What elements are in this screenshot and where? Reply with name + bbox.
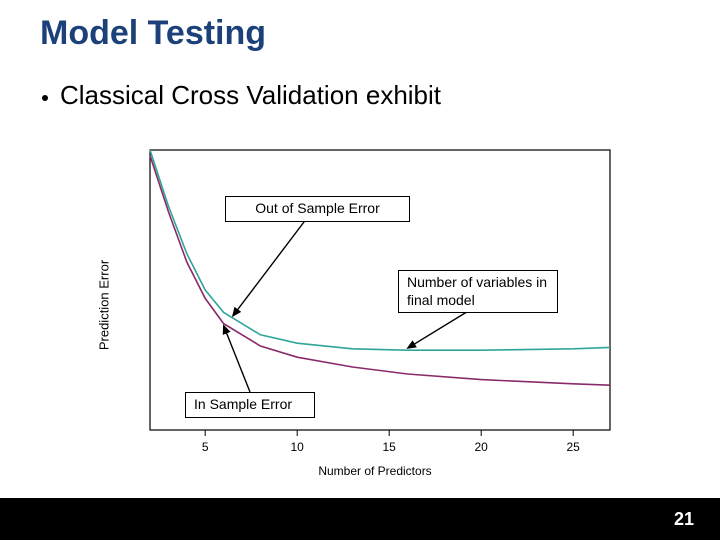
chart-svg xyxy=(110,140,640,470)
x-tick-label: 15 xyxy=(383,440,396,454)
chart: Prediction Error Out of Sample Error Num… xyxy=(110,140,640,470)
x-tick-label: 20 xyxy=(475,440,488,454)
callout-in-sample: In Sample Error xyxy=(185,392,315,418)
footer-bar: 21 xyxy=(0,498,720,540)
x-tick-label: 10 xyxy=(291,440,304,454)
bullet-dot-icon xyxy=(42,95,48,101)
x-axis-label: Number of Predictors xyxy=(318,464,431,478)
tick-marks xyxy=(205,430,573,436)
callout-num-variables: Number of variables in final model xyxy=(398,270,558,313)
slide: Model Testing Classical Cross Validation… xyxy=(0,0,720,540)
bullet-item: Classical Cross Validation exhibit xyxy=(42,80,441,111)
x-tick-label: 5 xyxy=(202,440,209,454)
page-number: 21 xyxy=(674,509,694,530)
slide-title: Model Testing xyxy=(40,14,266,53)
x-tick-label: 25 xyxy=(567,440,580,454)
bullet-text: Classical Cross Validation exhibit xyxy=(60,80,441,111)
callout-out-of-sample: Out of Sample Error xyxy=(225,196,410,222)
